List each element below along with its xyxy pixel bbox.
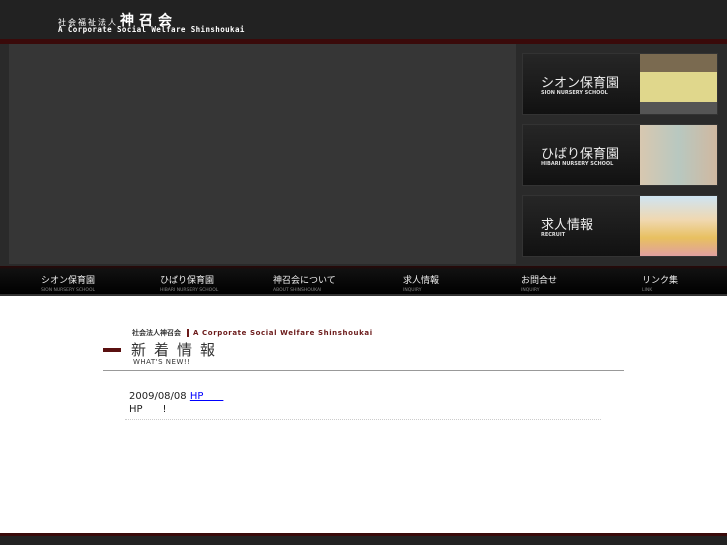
- nav-links[interactable]: リンク集 LINK: [642, 273, 678, 293]
- nav-title: リンク集: [642, 276, 679, 286]
- section-org-jp: 社会法人神召会: [132, 329, 181, 337]
- nav-sion[interactable]: シオン保育園 SION NURSERY SCHOOL: [41, 273, 95, 293]
- section-subtitle: WHAT'S NEW!!: [133, 358, 191, 366]
- section-org-en: A Corporate Social Welfare Shinshoukai: [187, 329, 373, 337]
- logo-english: A Corporate Social Welfare Shinshoukai: [58, 25, 245, 34]
- nav-subtitle: INQUIRY: [521, 288, 540, 293]
- banner-sion[interactable]: シオン保育園 SION NURSERY SCHOOL: [522, 53, 718, 115]
- news-date: 2009/08/08: [129, 391, 187, 402]
- news-body: HP !: [129, 404, 167, 415]
- section-divider: [103, 370, 624, 371]
- nav-subtitle: HIBARI NURSERY SCHOOL: [160, 288, 219, 293]
- news-link[interactable]: HP: [190, 391, 224, 402]
- banner-title: ひばり保育園: [541, 147, 620, 162]
- banner-subtitle: RECRUIT: [541, 232, 566, 238]
- section-title: 新着情報: [131, 341, 224, 359]
- header: 社会福祉法人 神召会 A Corporate Social Welfare Shi…: [0, 0, 727, 40]
- nav-title: 求人情報: [403, 276, 440, 286]
- nav-title: 神召会について: [273, 276, 336, 286]
- nav-recruit[interactable]: 求人情報 INQUIRY: [403, 273, 439, 293]
- bus-photo: [640, 54, 717, 114]
- nav-about[interactable]: 神召会について ABOUT SHINSHOUKAI: [273, 273, 336, 293]
- footer: [0, 533, 727, 545]
- nav-subtitle: INQUIRY: [403, 288, 422, 293]
- nav-subtitle: LINK: [642, 288, 653, 293]
- news-item: 2009/08/08 HP HP !: [129, 390, 223, 416]
- news-separator: [125, 419, 601, 420]
- nav-hibari[interactable]: ひばり保育園 HIBARI NURSERY SCHOOL: [160, 273, 218, 293]
- children-photo: [640, 196, 717, 256]
- nav-title: シオン保育園: [41, 276, 96, 286]
- banner-subtitle: SION NURSERY SCHOOL: [541, 90, 608, 96]
- banner-hibari[interactable]: ひばり保育園 HIBARI NURSERY SCHOOL: [522, 124, 718, 186]
- banner-recruit[interactable]: 求人情報 RECRUIT: [522, 195, 718, 257]
- banner-title: 求人情報: [541, 218, 594, 233]
- banner-title: シオン保育園: [541, 76, 620, 91]
- banner-subtitle: HIBARI NURSERY SCHOOL: [541, 161, 614, 167]
- nav-subtitle: SION NURSERY SCHOOL: [41, 288, 95, 293]
- section-header-label: 社会法人神召会 A Corporate Social Welfare Shinsh…: [132, 328, 373, 338]
- nav-contact[interactable]: お問合せ INQUIRY: [521, 273, 557, 293]
- slideshow-area: [9, 44, 516, 264]
- main-nav: シオン保育園 SION NURSERY SCHOOL ひばり保育園 HIBARI N…: [0, 266, 727, 296]
- nav-title: ひばり保育園: [160, 276, 215, 286]
- building-photo: [640, 125, 717, 185]
- nav-title: お問合せ: [521, 276, 558, 286]
- section-marker: [103, 348, 121, 352]
- nav-subtitle: ABOUT SHINSHOUKAI: [273, 288, 322, 293]
